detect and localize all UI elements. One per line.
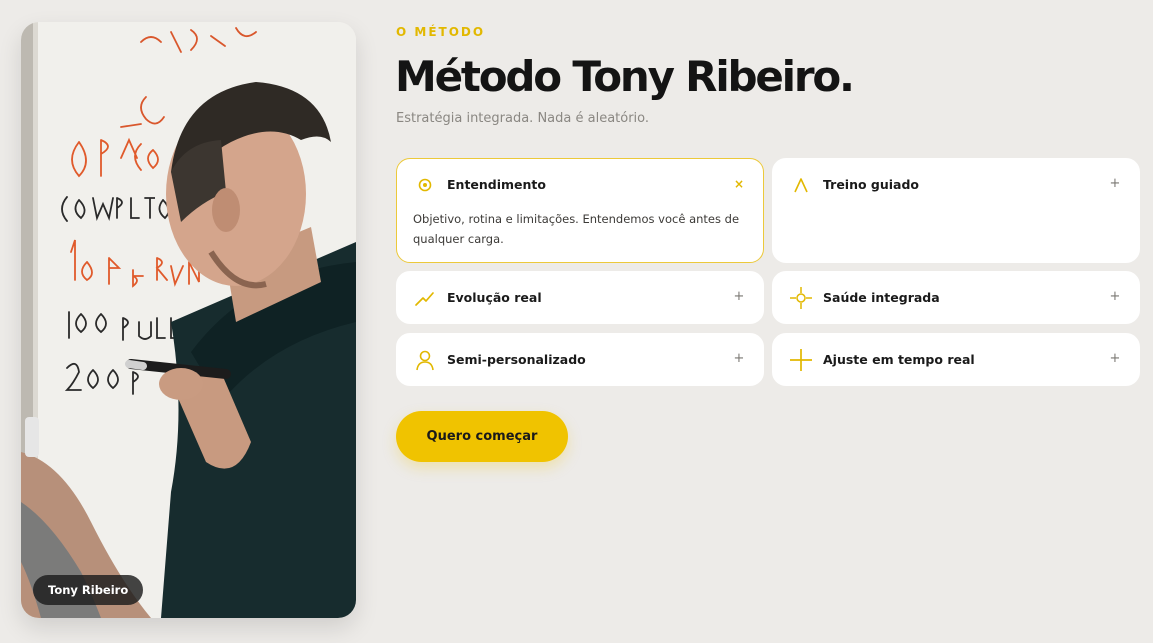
method-card-treino-guiado[interactable]: Treino guiado + bbox=[772, 158, 1140, 263]
card-description: Objetivo, rotina e limitações. Entendemo… bbox=[413, 212, 740, 246]
coach-photo bbox=[21, 22, 356, 618]
card-label: Evolução real bbox=[447, 290, 542, 305]
plus-icon[interactable]: + bbox=[1105, 174, 1125, 194]
card-label: Entendimento bbox=[447, 177, 546, 192]
plus-icon[interactable]: + bbox=[729, 287, 749, 307]
plus-cross-icon bbox=[790, 349, 812, 371]
photo-caption: Tony Ribeiro bbox=[33, 575, 144, 605]
page-subtitle: Estratégia integrada. Nada é aleatório. bbox=[396, 111, 650, 126]
card-label: Treino guiado bbox=[823, 177, 920, 192]
plus-icon[interactable]: + bbox=[729, 349, 749, 369]
page-title: Método Tony Ribeiro. bbox=[395, 52, 855, 101]
method-card-saude-integrada[interactable]: Saúde integrada + bbox=[772, 271, 1140, 324]
coach-photo-card: Tony Ribeiro bbox=[21, 22, 356, 618]
target-icon bbox=[414, 174, 436, 196]
method-card-evolucao-real[interactable]: Evolução real + bbox=[396, 271, 764, 324]
trend-up-icon bbox=[414, 287, 436, 309]
user-icon bbox=[414, 349, 436, 371]
card-label: Semi-personalizado bbox=[447, 352, 586, 367]
card-label: Saúde integrada bbox=[823, 290, 940, 305]
method-card-ajuste-em-tempo-real[interactable]: Ajuste em tempo real + bbox=[772, 333, 1140, 386]
crosshair-icon bbox=[790, 287, 812, 309]
method-card-semi-personalizado[interactable]: Semi-personalizado + bbox=[396, 333, 764, 386]
plus-icon[interactable]: + bbox=[1105, 349, 1125, 369]
method-card-entendimento[interactable]: Entendimento × Objetivo, rotina e limita… bbox=[396, 158, 764, 263]
close-icon[interactable]: × bbox=[729, 174, 749, 194]
page: Tony Ribeiro O MÉTODO Método Tony Ribeir… bbox=[0, 0, 1153, 643]
a-letter-icon bbox=[790, 174, 812, 196]
plus-icon[interactable]: + bbox=[1105, 287, 1125, 307]
section-eyebrow: O MÉTODO bbox=[396, 25, 486, 39]
start-button[interactable]: Quero começar bbox=[396, 411, 568, 462]
card-label: Ajuste em tempo real bbox=[823, 352, 975, 367]
